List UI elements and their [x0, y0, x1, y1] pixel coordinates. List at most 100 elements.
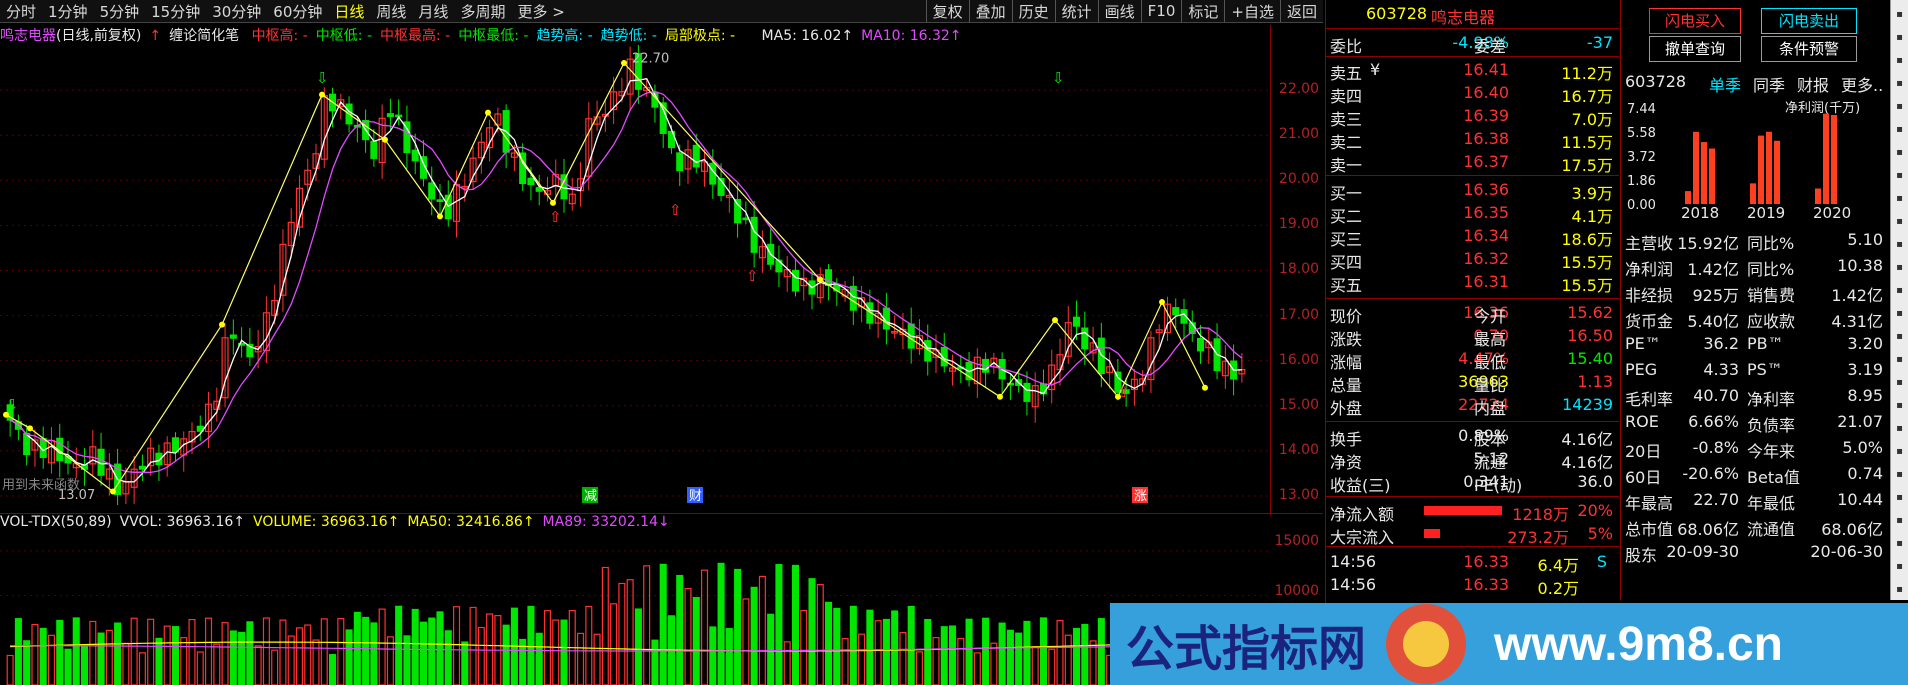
tool-button[interactable]: 标记	[1181, 0, 1224, 22]
indicator-name[interactable]: 缠论简化笔	[169, 28, 239, 44]
candle-body	[659, 102, 667, 135]
side-tool-icon[interactable]: ▪	[1891, 4, 1908, 26]
period-tab[interactable]: 60分钟	[267, 1, 328, 22]
event-tag[interactable]: 涨	[1134, 489, 1147, 504]
flash-buy-button[interactable]: 闪电买入	[1649, 8, 1741, 34]
volume-bar	[610, 603, 618, 685]
period-tab[interactable]: 1分钟	[42, 1, 94, 22]
side-tool-icon[interactable]: ▪	[1891, 27, 1908, 49]
side-tool-icon[interactable]: ▪	[1891, 579, 1908, 601]
side-tool-icon[interactable]: ▪	[1891, 280, 1908, 302]
period-tab[interactable]: 30分钟	[206, 1, 267, 22]
volume-bar	[998, 622, 1006, 685]
fin-tab[interactable]: 更多..	[1841, 72, 1883, 96]
fin-tab[interactable]: 单季	[1709, 72, 1741, 96]
side-tool-icon[interactable]: ▪	[1891, 395, 1908, 417]
stock-name[interactable]: 鸣志电器	[0, 28, 56, 44]
volume-bar	[395, 605, 403, 685]
side-tool-icon[interactable]: ▪	[1891, 119, 1908, 141]
side-tool-icon[interactable]: ▪	[1891, 188, 1908, 210]
tool-button[interactable]: +自选	[1224, 0, 1280, 22]
fin-tab[interactable]: 财报	[1797, 72, 1829, 96]
buy-level: 买三 16.34 18.6万	[1326, 224, 1619, 249]
level-price: 16.41	[1463, 60, 1509, 79]
volume-bar	[436, 611, 444, 685]
price-tick: 15.00	[1278, 396, 1319, 413]
side-tool-icon[interactable]: ▪	[1891, 326, 1908, 348]
candle-body	[791, 269, 799, 292]
volume-bar	[1031, 646, 1039, 685]
turning-point	[817, 276, 823, 283]
candle-body	[1081, 327, 1089, 350]
tool-button[interactable]: 历史	[1011, 0, 1055, 22]
side-tool-icon[interactable]: ▪	[1891, 303, 1908, 325]
tool-button[interactable]: 统计	[1054, 0, 1098, 22]
volume-bar	[891, 610, 899, 685]
tool-button[interactable]: 画线	[1097, 0, 1141, 22]
profit-bar	[1758, 135, 1764, 204]
fin-tab[interactable]: 同季	[1753, 72, 1785, 96]
volume-bar	[676, 574, 684, 685]
tool-button[interactable]: 复权	[925, 0, 969, 22]
side-tool-icon[interactable]: ▪	[1891, 257, 1908, 279]
event-tag[interactable]: 财	[689, 489, 702, 504]
tick-side: S	[1596, 552, 1607, 571]
stock-name: 鸣志电器	[1431, 8, 1496, 27]
fin-label: 年最低	[1747, 494, 1796, 513]
alert-button[interactable]: 条件预警	[1761, 36, 1857, 62]
volume-chart[interactable]	[0, 533, 1270, 685]
period-tab[interactable]: 日线	[328, 1, 370, 22]
fin-value: 40.70	[1693, 386, 1739, 405]
fin-row: 总市值 68.06亿 流通值 68.06亿	[1621, 514, 1889, 540]
sell-level: 卖一 16.37 17.5万	[1326, 150, 1619, 175]
side-tool-icon[interactable]: ▪	[1891, 96, 1908, 118]
kline-chart[interactable]: 22.7013.07用到未来函数减财涨⇩⇩ ⇩⇧ ⇧⇧⇧	[0, 45, 1270, 505]
side-tool-icon[interactable]: ▪	[1891, 349, 1908, 371]
volume-bar	[287, 635, 295, 685]
side-tool-icon[interactable]: ▪	[1891, 441, 1908, 463]
future-function-note: 用到未来函数	[2, 478, 80, 493]
volume-bar	[23, 640, 31, 685]
period-tab[interactable]: 5分钟	[94, 1, 146, 22]
fin-row: 20日 -0.8% 今年来 5.0%	[1621, 436, 1889, 462]
price-tick: 14.00	[1278, 441, 1319, 458]
turning-point	[485, 109, 491, 116]
period-tab[interactable]: 15分钟	[145, 1, 206, 22]
flash-sell-button[interactable]: 闪电卖出	[1761, 8, 1857, 34]
fin-value: 22.70	[1693, 490, 1739, 509]
period-tab[interactable]: 分时	[0, 1, 42, 22]
order-query-button[interactable]: 撤单查询	[1649, 36, 1741, 62]
tool-button[interactable]: 返回	[1279, 0, 1323, 22]
down-arrow-icon: ⇩	[1052, 69, 1065, 87]
period-tab[interactable]: 更多 >	[511, 1, 570, 22]
fin-label: Beta值	[1747, 468, 1800, 487]
side-tool-icon[interactable]: ▪	[1891, 372, 1908, 394]
tick-price: 16.33	[1463, 575, 1509, 594]
volume-indicator-title[interactable]: VOL-TDX(50,89)	[0, 514, 112, 530]
tool-button[interactable]: 叠加	[968, 0, 1012, 22]
level-price: 16.39	[1463, 106, 1509, 125]
side-tool-icon[interactable]: ▪	[1891, 487, 1908, 509]
ma89-label: MA89: 33202.14↓	[542, 514, 670, 530]
event-tag[interactable]: 减	[584, 489, 597, 504]
side-tool-icon[interactable]: ▪	[1891, 73, 1908, 95]
side-tool-icon[interactable]: ▪	[1891, 211, 1908, 233]
side-tool-icon[interactable]: ▪	[1891, 418, 1908, 440]
fin-label: 净利率	[1747, 390, 1796, 409]
volume-bar	[527, 605, 535, 685]
side-tool-icon[interactable]: ▪	[1891, 556, 1908, 578]
side-tool-icon[interactable]: ▪	[1891, 234, 1908, 256]
side-tool-icon[interactable]: ▪	[1891, 165, 1908, 187]
side-tool-icon[interactable]: ▪	[1891, 464, 1908, 486]
side-tool-icon[interactable]: ▪	[1891, 533, 1908, 555]
tool-button[interactable]: F10	[1140, 0, 1182, 22]
side-tool-icon[interactable]: ▪	[1891, 510, 1908, 532]
side-tool-icon[interactable]: ▪	[1891, 50, 1908, 72]
fin-value: 36.2	[1703, 334, 1739, 353]
volume-bar	[138, 652, 146, 685]
side-tool-icon[interactable]: ▪	[1891, 142, 1908, 164]
period-tab[interactable]: 多周期	[454, 1, 511, 22]
volume-bar	[973, 652, 981, 685]
period-tab[interactable]: 周线	[370, 1, 412, 22]
period-tab[interactable]: 月线	[412, 1, 454, 22]
